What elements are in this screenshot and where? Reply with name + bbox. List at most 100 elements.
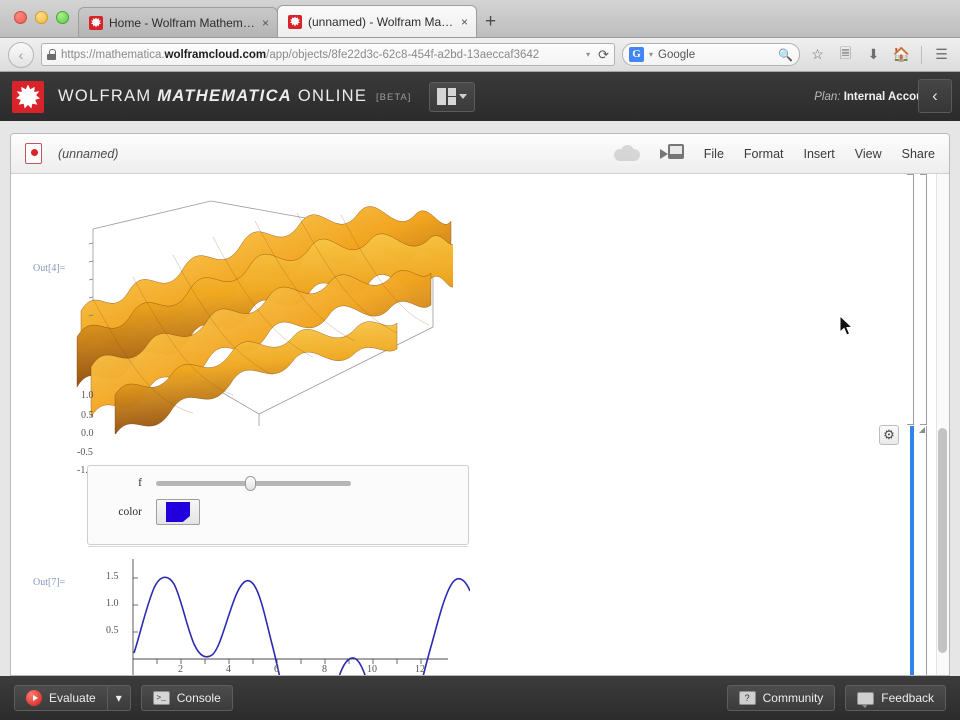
google-icon[interactable]: G xyxy=(629,47,644,62)
window-traffic-lights xyxy=(14,11,69,24)
reload-icon[interactable]: ⟳ xyxy=(598,47,609,63)
cell-resize-handle[interactable] xyxy=(919,427,925,433)
cell-group-bracket-out7[interactable] xyxy=(917,426,927,675)
plot3d-ztick-0: 1.0 xyxy=(81,390,94,401)
bracket-top-tick xyxy=(907,174,914,175)
cell-options-gear-icon[interactable]: ⚙ xyxy=(879,425,899,445)
f-slider[interactable] xyxy=(156,476,351,490)
search-input[interactable]: G ▾ Google 🔍 xyxy=(622,43,800,66)
collapse-sidebar-button[interactable]: ‹ xyxy=(918,79,952,113)
tab-title: (unnamed) - Wolfram Mathe... xyxy=(308,15,454,29)
browser-tab-home[interactable]: Home - Wolfram Mathematic... × xyxy=(78,7,278,37)
bracket-bottom-tick xyxy=(920,424,927,425)
deploy-icon[interactable] xyxy=(660,144,684,163)
close-window-button[interactable] xyxy=(14,11,27,24)
evaluate-label: Evaluate xyxy=(49,691,96,705)
menu-share[interactable]: Share xyxy=(902,147,935,161)
notebook-toolbar: (unnamed) File Format Insert View Share xyxy=(11,134,949,174)
new-tab-button[interactable]: + xyxy=(485,11,496,33)
plot2d-xtick-4: 10 xyxy=(367,664,377,675)
plot3d-ztick-1: 0.5 xyxy=(81,410,94,421)
bottom-toolbar: Evaluate ▾ >_ Console ? Community Feedba… xyxy=(0,676,960,720)
menu-insert[interactable]: Insert xyxy=(804,147,835,161)
out-label-4: Out[4]= xyxy=(33,263,65,274)
console-label: Console xyxy=(177,691,221,705)
layout-chooser-button[interactable] xyxy=(429,82,475,112)
bracket-line xyxy=(913,174,914,425)
bracket-bottom-tick xyxy=(907,424,914,425)
cloud-save-icon[interactable] xyxy=(614,145,640,162)
menu-icon[interactable]: ☰ xyxy=(931,46,952,63)
brand-word-online: ONLINE xyxy=(298,87,367,105)
menu-file[interactable]: File xyxy=(704,147,724,161)
minimize-window-button[interactable] xyxy=(35,11,48,24)
console-button[interactable]: >_ Console xyxy=(141,685,233,711)
plot3d-ztick-3: -0.5 xyxy=(77,447,93,458)
brand-beta-badge: [BETA] xyxy=(376,92,411,103)
color-chip xyxy=(166,502,190,522)
community-icon: ? xyxy=(739,691,756,705)
close-tab-icon[interactable]: × xyxy=(262,17,269,29)
notebook-title[interactable]: (unnamed) xyxy=(58,147,118,161)
manipulate-panel[interactable]: f color xyxy=(87,465,469,545)
home-icon[interactable]: 🏠 xyxy=(891,46,912,63)
search-placeholder: Google xyxy=(658,49,695,61)
brand-title: WOLFRAM MATHEMATICA ONLINE [BETA] xyxy=(58,87,411,106)
close-tab-icon[interactable]: × xyxy=(461,16,468,28)
browser-tabstrip: Home - Wolfram Mathematic... × (unnamed)… xyxy=(0,0,960,38)
feedback-button[interactable]: Feedback xyxy=(845,685,946,711)
manipulate-plot-area: 1.5 1.0 0.5 -0.5 2 4 6 8 10 12 xyxy=(88,546,468,675)
notebook-record-icon[interactable] xyxy=(25,143,42,164)
bracket-line xyxy=(926,174,927,425)
community-button[interactable]: ? Community xyxy=(727,685,836,711)
cell-group-bracket-out4[interactable] xyxy=(917,174,927,425)
plot2d-xtick-0: 2 xyxy=(178,664,183,675)
notebook-scrollbar[interactable] xyxy=(936,174,949,675)
browser-window: Home - Wolfram Mathematic... × (unnamed)… xyxy=(0,0,960,720)
plot2d-xtick-1: 4 xyxy=(226,664,231,675)
plot2d-series-path xyxy=(134,577,470,675)
plot2d-xtick-5: 12 xyxy=(415,664,425,675)
maximize-window-button[interactable] xyxy=(56,11,69,24)
cell-bracket-out7-selected[interactable] xyxy=(905,426,915,675)
address-bar[interactable]: https://mathematica.wolframcloud.com/app… xyxy=(41,43,615,66)
browser-navbar: ‹ https://mathematica.wolframcloud.com/a… xyxy=(0,38,960,72)
tab-title: Home - Wolfram Mathematic... xyxy=(109,16,255,30)
notebook-tool-group: File Format Insert View Share xyxy=(614,144,935,163)
community-label: Community xyxy=(763,691,824,705)
browser-tab-unnamed-notebook[interactable]: (unnamed) - Wolfram Mathe... × xyxy=(277,5,477,37)
toolbar-divider xyxy=(921,46,922,64)
scrollbar-thumb[interactable] xyxy=(938,428,947,653)
notebook-canvas[interactable]: Out[4]= xyxy=(11,174,949,675)
brand-word-wolfram: WOLFRAM xyxy=(58,87,151,105)
slider-knob[interactable] xyxy=(245,476,256,491)
manipulate-slider-row: f xyxy=(100,476,456,490)
color-label: color xyxy=(100,506,142,518)
plot3d-ztick-2: 0.0 xyxy=(81,428,94,439)
reading-list-icon[interactable]: 🗏 xyxy=(835,43,856,67)
layout-grid-icon xyxy=(437,88,456,105)
bracket-line-selected xyxy=(910,426,914,675)
feedback-label: Feedback xyxy=(881,691,934,705)
color-swatch-button[interactable] xyxy=(156,499,200,525)
plot2d-xtick-2: 6 xyxy=(274,664,279,675)
evaluate-dropdown-button[interactable]: ▾ xyxy=(107,685,131,711)
menu-format[interactable]: Format xyxy=(744,147,784,161)
plot2d-line-chart[interactable] xyxy=(88,547,470,675)
out-label-7: Out[7]= xyxy=(33,577,65,588)
wolfram-favicon-icon xyxy=(288,15,302,29)
downloads-icon[interactable]: ⬇ xyxy=(863,46,884,63)
chevron-down-icon[interactable]: ▾ xyxy=(649,50,653,59)
search-icon[interactable]: 🔍 xyxy=(778,48,793,62)
plot3d-surface-chart[interactable] xyxy=(63,199,453,434)
cell-bracket-out4[interactable] xyxy=(904,174,914,425)
evaluate-button[interactable]: Evaluate xyxy=(14,685,107,711)
evaluate-button-group: Evaluate ▾ xyxy=(14,685,131,711)
bookmark-star-icon[interactable]: ☆ xyxy=(807,46,828,63)
wolfram-spikey-logo-icon xyxy=(12,81,44,113)
manipulate-color-row: color xyxy=(100,499,456,525)
menu-view[interactable]: View xyxy=(855,147,882,161)
lock-icon xyxy=(47,49,56,60)
back-button[interactable]: ‹ xyxy=(8,42,34,68)
chevron-down-icon[interactable]: ▾ xyxy=(586,50,590,59)
